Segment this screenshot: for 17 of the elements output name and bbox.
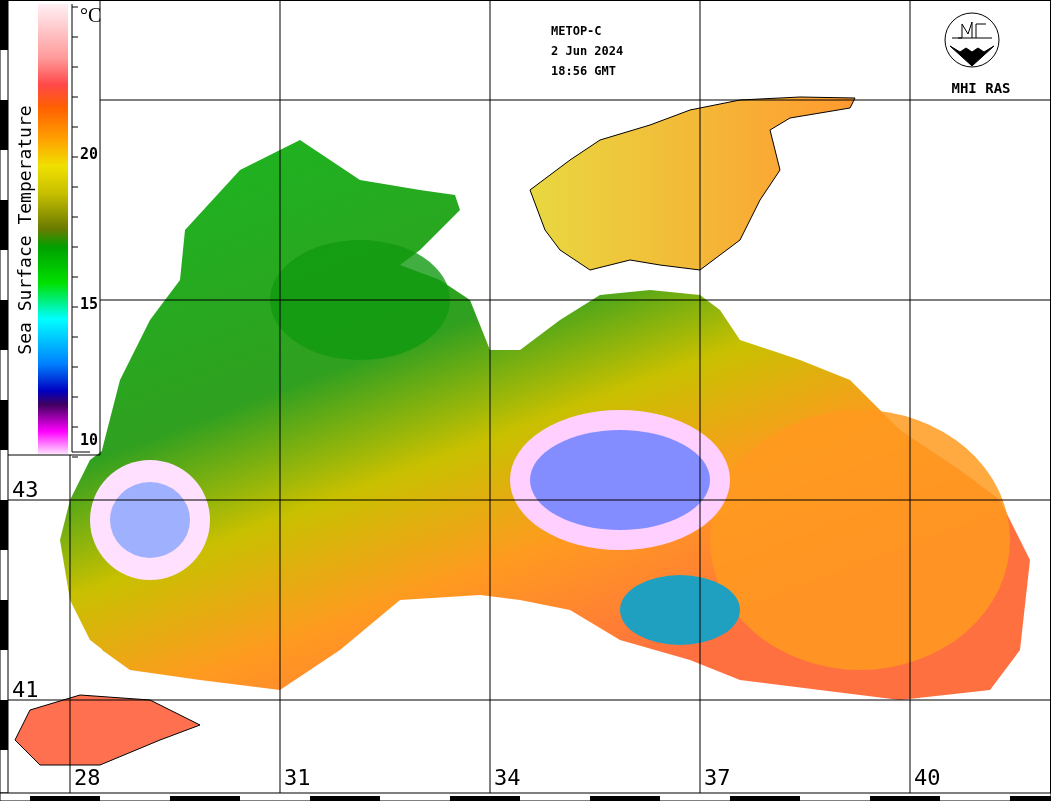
- longitude-label: 40: [914, 765, 941, 790]
- legend-tick-label: 20: [80, 145, 99, 163]
- caption-line: METOP-C: [551, 24, 602, 38]
- longitude-label: 28: [74, 765, 101, 790]
- caption-line: 18:56 GMT: [551, 64, 617, 78]
- legend-title: Sea Surface Temperature: [14, 105, 35, 355]
- longitude-label: 34: [494, 765, 521, 790]
- logo-icon: [944, 12, 1000, 68]
- latitude-label: 43: [12, 477, 39, 502]
- logo-text: MHI RAS: [951, 80, 1011, 96]
- legend-unit: °C: [80, 4, 102, 26]
- longitude-label: 37: [704, 765, 731, 790]
- latitude-label: 41: [12, 677, 39, 702]
- legend-tick-label: 15: [80, 295, 99, 313]
- legend-tick-label: 10: [80, 431, 99, 449]
- longitude-label: 31: [284, 765, 311, 790]
- caption-line: 2 Jun 2024: [551, 44, 624, 58]
